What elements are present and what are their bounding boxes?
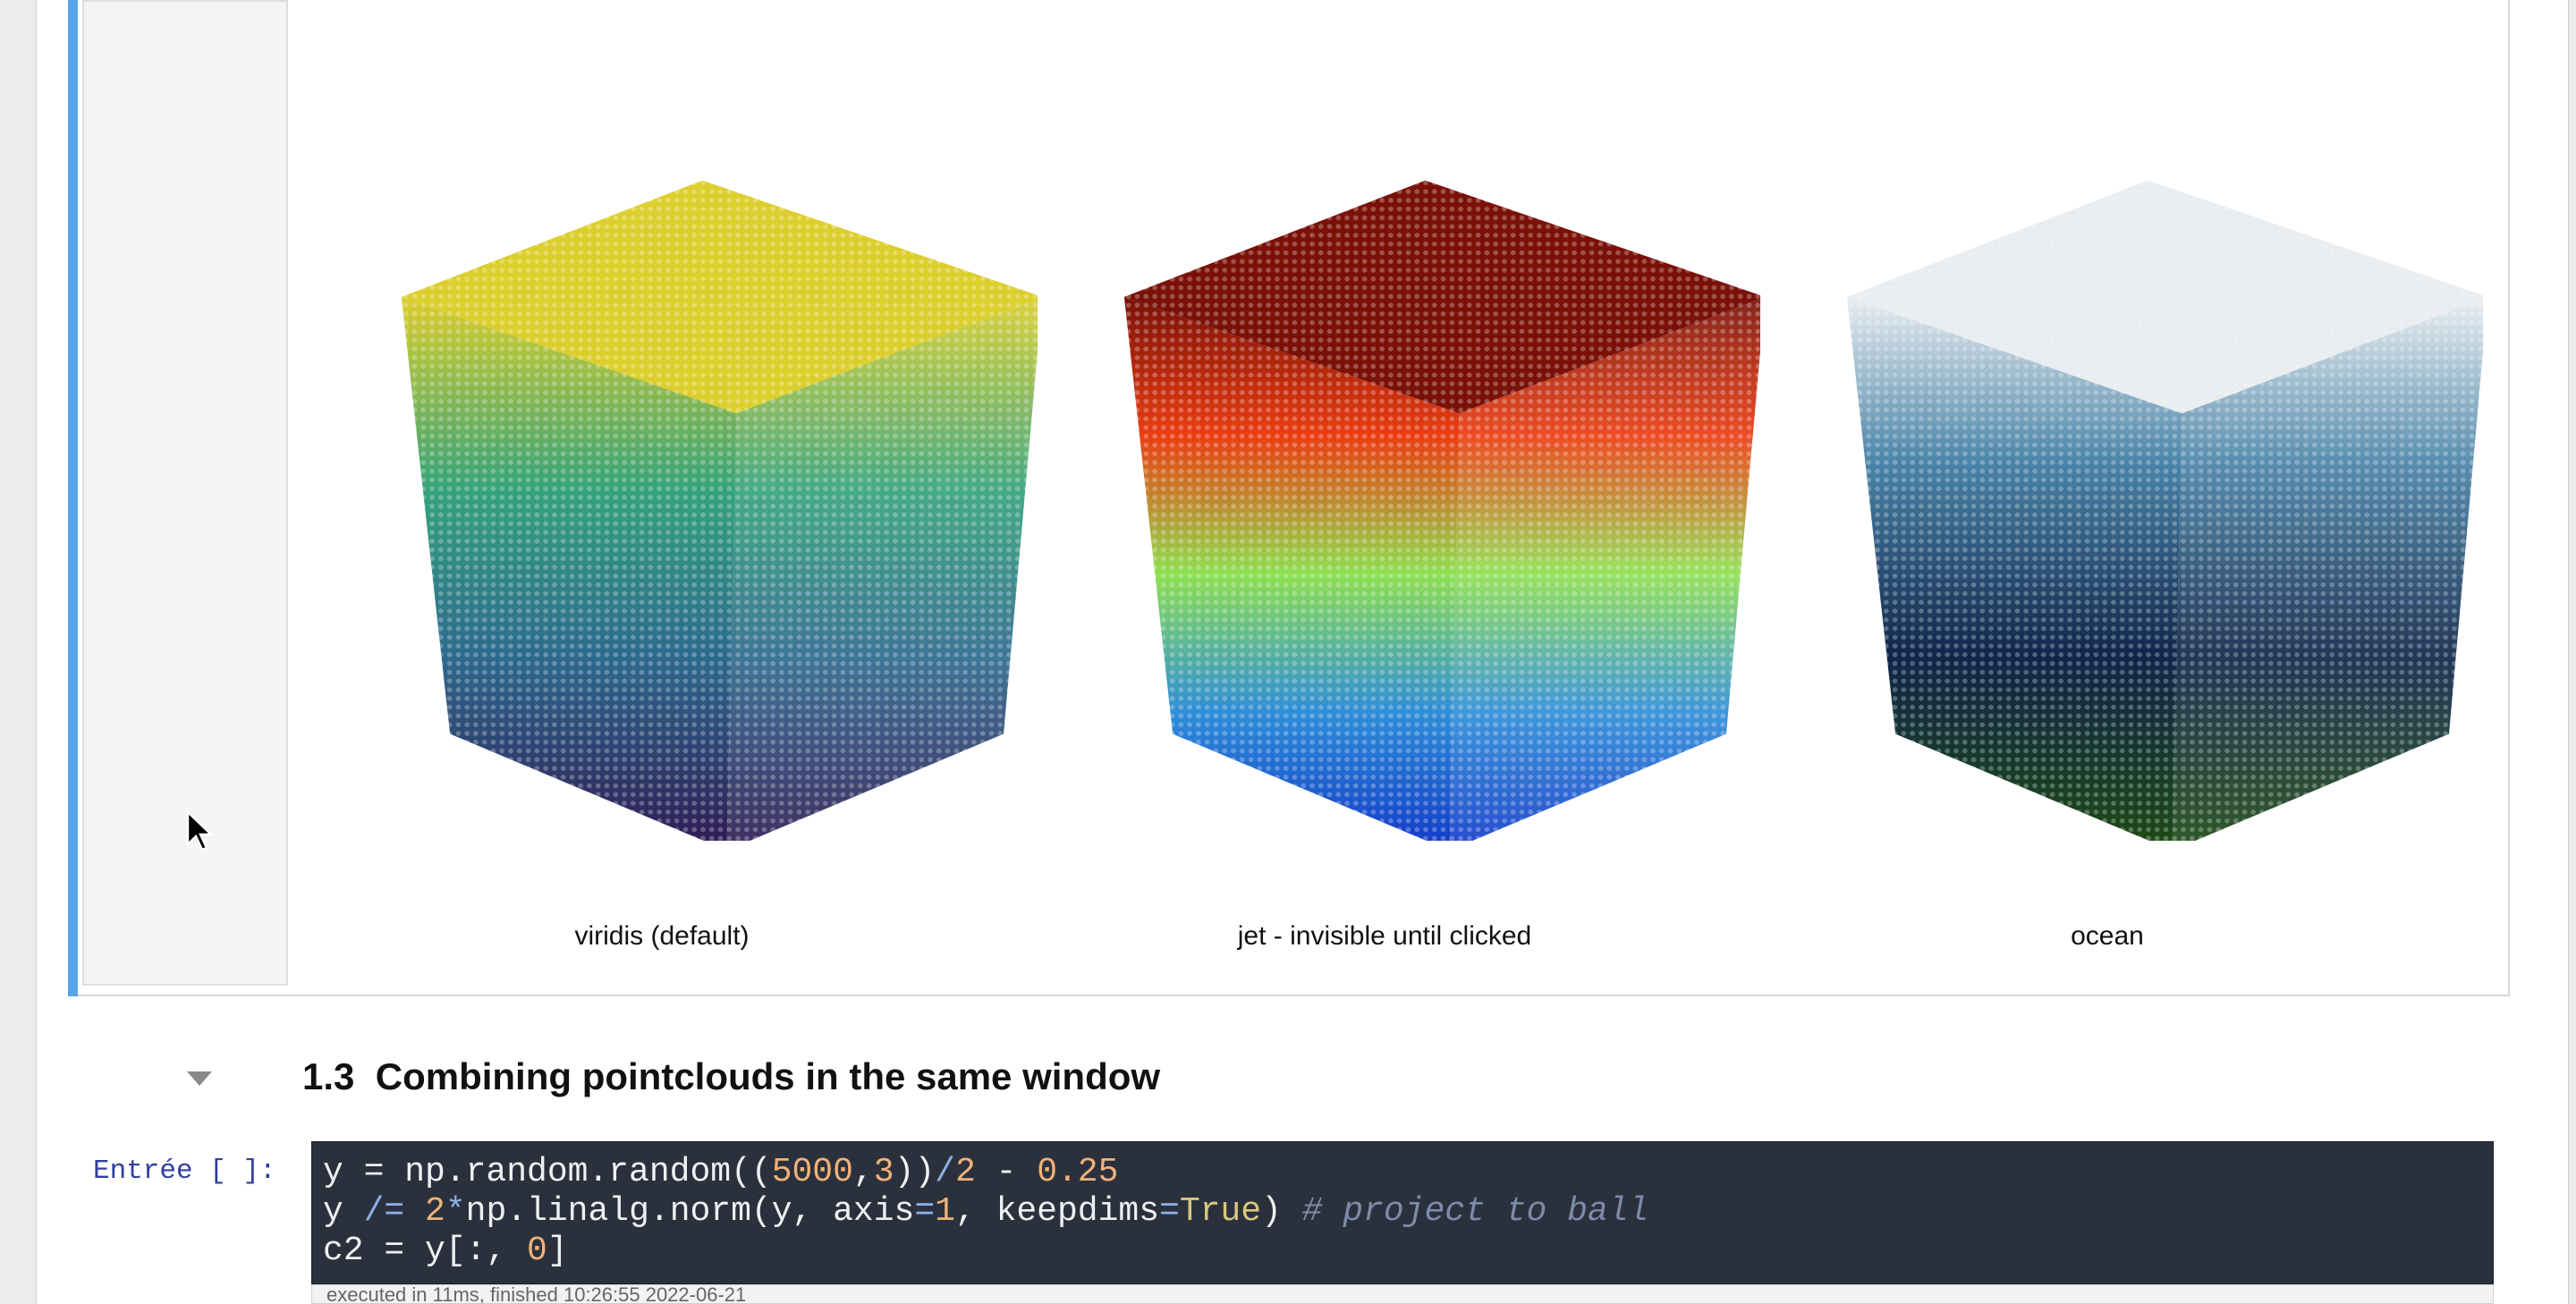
caret-down-icon[interactable] [184,1066,215,1091]
pointcloud-label-ocean: ocean [2071,921,2144,951]
pointcloud-jet-plot[interactable] [1080,161,1760,841]
input-prompt: Entrée [ ]: [93,1156,276,1187]
code-editor[interactable]: y = np.random.random((5000,3))/2 - 0.25 … [311,1141,2494,1284]
code-line-1: y = np.random.random((5000,3))/2 - 0.25 [323,1153,1119,1191]
pointcloud-ocean-plot[interactable] [1803,161,2483,841]
section-title: Combining pointclouds in the same window [375,1055,1161,1097]
section-heading: 1.3 Combining pointclouds in the same wi… [302,1055,1160,1098]
section-number: 1.3 [302,1055,355,1097]
execution-info: executed in 11ms, finished 10:26:55 2022… [311,1284,2494,1304]
pointcloud-ocean[interactable] [1803,161,2483,841]
pointcloud-label-jet: jet - invisible until clicked [1237,921,1532,951]
code-line-3: c2 = y[:, 0] [323,1232,568,1270]
code-line-2: y /= 2*np.linalg.norm(y, axis=1, keepdim… [323,1192,1649,1231]
output-prompt-area[interactable] [82,0,288,986]
pointcloud-viridis-plot[interactable] [358,161,1038,841]
selected-cell-indicator [68,0,78,996]
pointcloud-viridis[interactable] [358,161,1038,841]
pointcloud-label-viridis: viridis (default) [574,921,750,951]
pointcloud-jet[interactable] [1080,161,1760,841]
mouse-cursor-icon [186,810,214,851]
